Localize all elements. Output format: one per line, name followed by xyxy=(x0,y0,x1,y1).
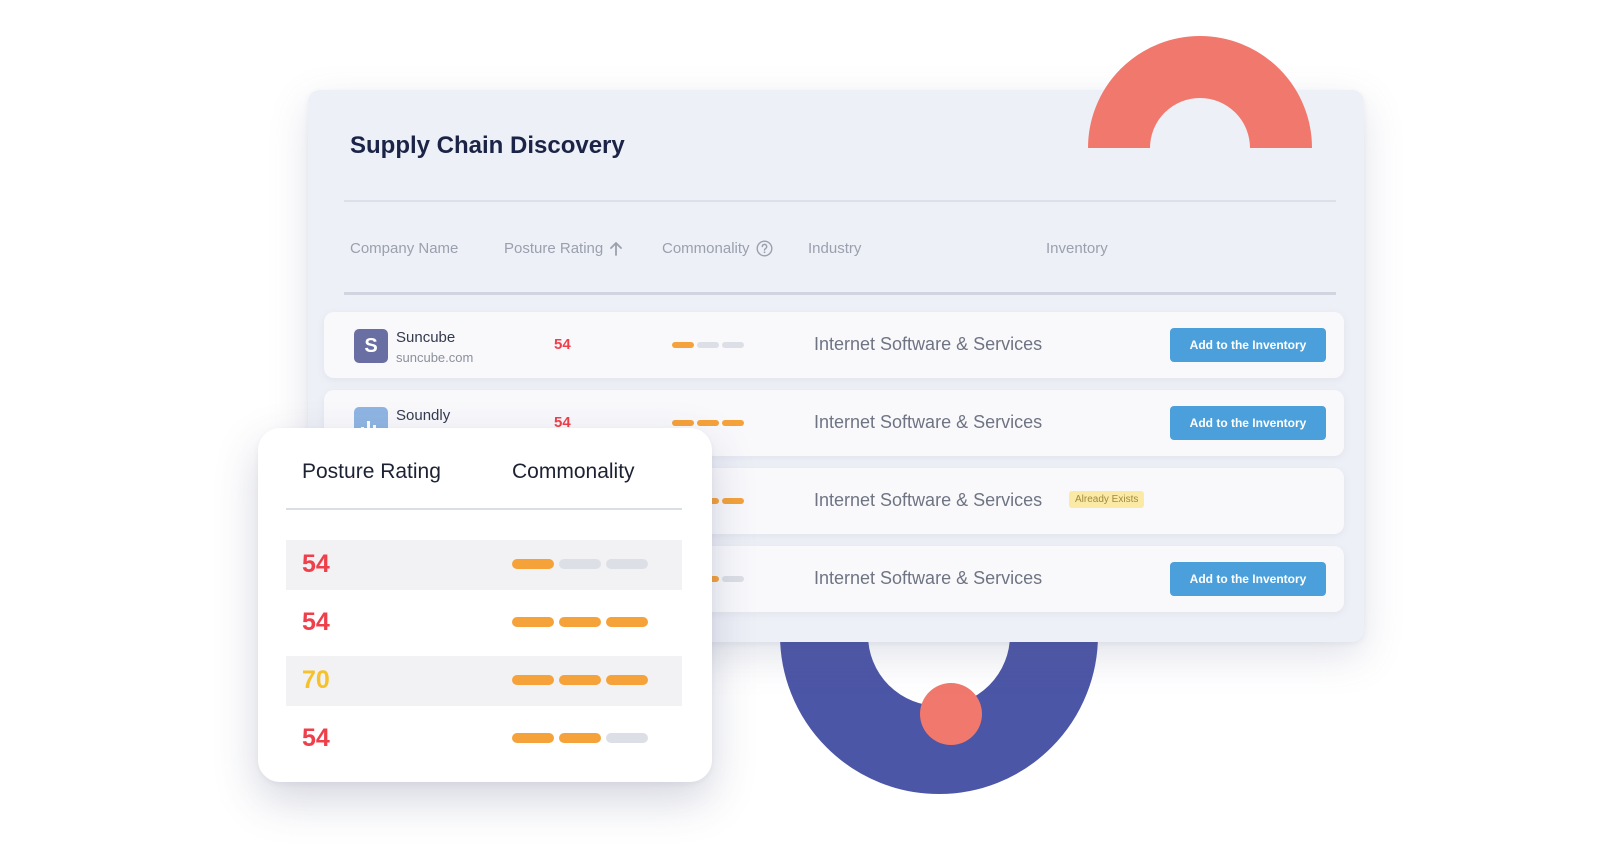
posture-rating-value: 70 xyxy=(302,666,330,694)
page-title: Supply Chain Discovery xyxy=(350,132,625,159)
industry-value: Internet Software & Services xyxy=(814,334,1043,354)
column-header-label: Inventory xyxy=(1046,240,1108,257)
commonality-meter xyxy=(512,559,648,569)
list-item: 54 xyxy=(286,714,682,764)
company-name[interactable]: Suncube xyxy=(396,329,455,346)
card-header-commonality: Commonality xyxy=(512,460,635,483)
already-exists-badge: Already Exists xyxy=(1069,491,1145,508)
column-header-label: Posture Rating xyxy=(504,240,604,257)
list-item: 54 xyxy=(286,598,682,648)
commonality-meter xyxy=(512,617,648,627)
suncube-logo-icon: S xyxy=(354,329,388,363)
column-header-label: Industry xyxy=(808,240,862,257)
title-divider xyxy=(344,200,1336,202)
column-header-commonality[interactable]: Commonality xyxy=(662,240,773,257)
list-item: 54 xyxy=(286,540,682,590)
arrow-up-icon xyxy=(609,241,623,256)
commonality-meter xyxy=(512,733,648,743)
card-header-posture-rating: Posture Rating xyxy=(302,460,441,483)
column-header-label: Commonality xyxy=(662,240,750,257)
header-divider xyxy=(344,292,1336,295)
posture-rating-value: 54 xyxy=(554,336,571,353)
add-to-inventory-button[interactable]: Add to the Inventory xyxy=(1170,406,1326,440)
column-header-inventory[interactable]: Inventory xyxy=(1046,240,1108,257)
column-header-label: Company Name xyxy=(350,240,459,257)
card-divider xyxy=(286,508,682,510)
decorative-coral-dot xyxy=(920,683,982,745)
commonality-meter xyxy=(672,342,744,348)
decorative-coral-arc xyxy=(1088,36,1312,148)
company-name[interactable]: Soundly xyxy=(396,407,450,424)
commonality-meter xyxy=(512,675,648,685)
posture-rating-value: 54 xyxy=(302,608,330,636)
industry-value: Internet Software & Services xyxy=(814,568,1043,588)
commonality-meter xyxy=(672,420,744,426)
add-to-inventory-button[interactable]: Add to the Inventory xyxy=(1170,562,1326,596)
column-header-industry[interactable]: Industry xyxy=(808,240,861,257)
posture-rating-value: 54 xyxy=(302,550,330,578)
question-circle-icon[interactable] xyxy=(756,240,773,257)
column-header-posture-rating[interactable]: Posture Rating xyxy=(504,240,623,257)
list-item: 70 xyxy=(286,656,682,706)
industry-value: Internet Software & Services xyxy=(814,412,1043,432)
posture-commonality-card: Posture Rating Commonality 54 54 70 54 xyxy=(258,428,712,782)
table-row[interactable]: S Suncube suncube.com 54 Internet Softwa… xyxy=(324,312,1344,378)
column-header-company-name[interactable]: Company Name xyxy=(350,240,458,257)
company-domain: suncube.com xyxy=(396,350,474,365)
add-to-inventory-button[interactable]: Add to the Inventory xyxy=(1170,328,1326,362)
posture-rating-value: 54 xyxy=(302,724,330,752)
industry-value: Internet Software & Services xyxy=(814,490,1043,510)
